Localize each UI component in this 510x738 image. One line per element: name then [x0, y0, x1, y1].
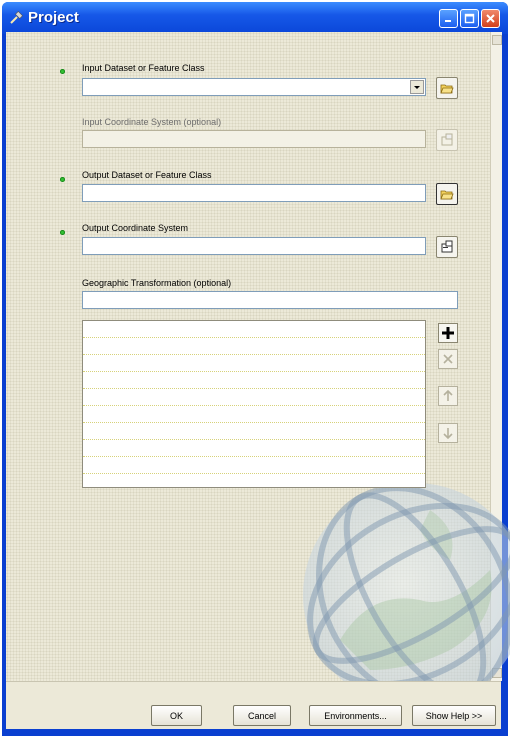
required-indicator [60, 230, 65, 235]
input-dataset-combobox[interactable] [82, 78, 426, 96]
scroll-up-button[interactable] [492, 35, 502, 45]
geo-transform-combobox[interactable] [82, 291, 458, 309]
list-item [83, 440, 425, 457]
list-item [83, 321, 425, 338]
list-item [83, 355, 425, 372]
list-item [83, 372, 425, 389]
transformation-list[interactable] [82, 320, 426, 488]
input-dataset-label: Input Dataset or Feature Class [82, 63, 205, 73]
list-item [83, 457, 425, 474]
list-item [83, 474, 425, 487]
move-down-button [438, 423, 458, 443]
environments-button[interactable]: Environments... [309, 705, 402, 726]
close-icon [486, 14, 495, 23]
open-folder-icon [440, 190, 454, 200]
delete-icon [443, 354, 453, 364]
minimize-icon [445, 20, 451, 22]
output-dataset-input[interactable] [83, 185, 425, 201]
globe-watermark-icon [303, 483, 510, 707]
input-cs-label: Input Coordinate System (optional) [82, 117, 222, 127]
output-cs-label: Output Coordinate System [82, 223, 189, 233]
plus-icon [442, 327, 454, 339]
hammer-icon [10, 11, 23, 24]
input-cs-field [82, 130, 426, 148]
remove-button [438, 349, 458, 369]
properties-icon [441, 240, 453, 253]
required-indicator [60, 69, 65, 74]
input-cs-input [83, 131, 425, 147]
window-title: Project [28, 9, 79, 26]
ok-button[interactable]: OK [151, 705, 202, 726]
input-dataset-input[interactable] [83, 79, 425, 95]
list-item [83, 338, 425, 355]
maximize-icon [464, 13, 475, 24]
close-button[interactable] [481, 9, 500, 28]
chevron-down-icon[interactable] [410, 80, 424, 94]
input-cs-properties-button [436, 129, 458, 151]
list-item [83, 406, 425, 423]
show-help-button[interactable]: Show Help >> [412, 705, 496, 726]
move-up-button [438, 386, 458, 406]
add-button[interactable] [438, 323, 458, 343]
open-folder-icon [440, 84, 454, 94]
browse-output-dataset-button[interactable] [436, 183, 458, 205]
cancel-button[interactable]: Cancel [233, 705, 291, 726]
output-dataset-field[interactable] [82, 184, 426, 202]
minimize-button[interactable] [439, 9, 458, 28]
browse-input-dataset-button[interactable] [436, 77, 458, 99]
list-item [83, 423, 425, 440]
arrow-up-icon [443, 389, 453, 401]
geo-transform-input[interactable] [83, 292, 457, 308]
title-bar[interactable]: Project [2, 2, 508, 34]
arrow-down-icon [443, 428, 453, 440]
list-item [83, 389, 425, 406]
output-cs-input[interactable] [83, 238, 425, 254]
output-cs-field[interactable] [82, 237, 426, 255]
geo-transform-label: Geographic Transformation (optional) [82, 278, 232, 288]
output-dataset-label: Output Dataset or Feature Class [82, 170, 212, 180]
required-indicator [60, 177, 65, 182]
output-cs-properties-button[interactable] [436, 236, 458, 258]
maximize-button[interactable] [460, 9, 479, 28]
properties-icon [441, 133, 453, 146]
